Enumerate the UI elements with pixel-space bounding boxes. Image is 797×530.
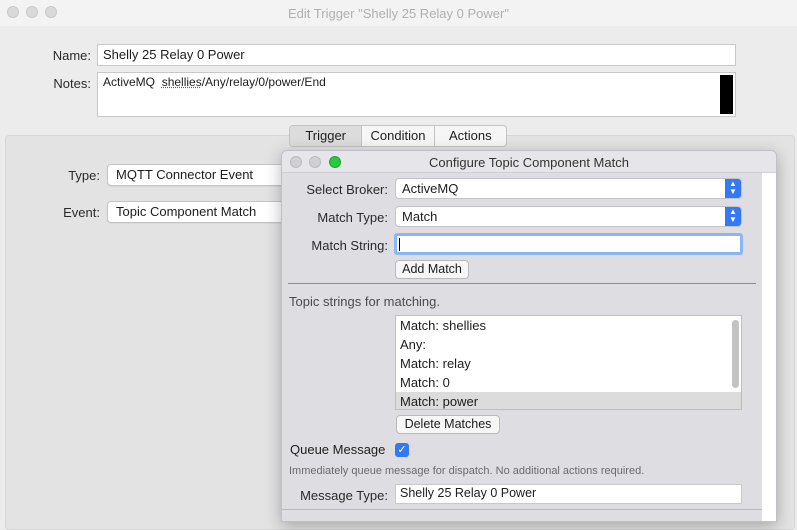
notes-text-prefix: ActiveMQ (103, 75, 162, 89)
broker-label: Select Broker: (306, 182, 388, 197)
broker-value: ActiveMQ (402, 181, 459, 196)
bottom-divider (282, 509, 762, 510)
tab-segmented-control: Trigger Condition Actions (289, 125, 507, 147)
event-popup[interactable]: Topic Component Match (107, 201, 307, 223)
delete-matches-button[interactable]: Delete Matches (396, 415, 500, 434)
match-type-value: Match (402, 209, 438, 224)
sheet-title: Configure Topic Component Match (429, 155, 629, 170)
list-item[interactable]: Match: shellies (396, 316, 741, 335)
section-divider (288, 283, 756, 284)
list-scrollbar[interactable] (732, 320, 739, 388)
list-item[interactable]: Any: (396, 335, 741, 354)
queue-message-label: Queue Message (290, 442, 386, 457)
add-match-button[interactable]: Add Match (395, 260, 469, 279)
message-type-field[interactable]: Shelly 25 Relay 0 Power (395, 484, 742, 504)
window-title: Edit Trigger "Shelly 25 Relay 0 Power" (288, 6, 509, 21)
event-value: Topic Component Match (116, 204, 257, 219)
checkmark-icon: ✓ (397, 444, 407, 456)
name-label: Name: (52, 48, 91, 63)
type-value: MQTT Connector Event (116, 167, 254, 182)
queue-hint: Immediately queue message for dispatch. … (289, 465, 645, 477)
broker-stepper-icon: ▲ ▼ (725, 179, 741, 198)
match-string-input[interactable] (394, 233, 743, 255)
topic-strings-label: Topic strings for matching. (289, 294, 441, 309)
name-field[interactable]: Shelly 25 Relay 0 Power (97, 44, 736, 66)
name-value: Shelly 25 Relay 0 Power (103, 47, 245, 62)
matches-list[interactable]: Match: shellies Any: Match: relay Match:… (395, 315, 742, 410)
notes-textarea[interactable]: ActiveMQ shellies/Any/relay/0/power/End (97, 72, 736, 117)
queue-message-checkbox[interactable]: ✓ (395, 443, 409, 457)
match-type-select[interactable]: Match ▲ ▼ (395, 206, 742, 227)
match-type-label: Match Type: (317, 210, 388, 225)
message-type-value: Shelly 25 Relay 0 Power (400, 486, 537, 500)
event-label: Event: (63, 205, 100, 220)
match-string-label: Match String: (311, 238, 388, 253)
list-item[interactable]: Match: 0 (396, 373, 741, 392)
tab-trigger[interactable]: Trigger (290, 126, 363, 146)
notes-text-rest: /Any/relay/0/power/End (201, 75, 326, 89)
list-item[interactable]: Match: relay (396, 354, 741, 373)
configure-topic-sheet: Configure Topic Component Match Select B… (281, 150, 777, 522)
tab-actions[interactable]: Actions (435, 126, 506, 146)
text-caret (399, 238, 400, 251)
type-popup[interactable]: MQTT Connector Event (107, 164, 307, 186)
notes-scrollbar[interactable] (720, 75, 733, 114)
match-type-stepper-icon: ▲ ▼ (725, 207, 741, 226)
list-item-selected[interactable]: Match: power (396, 392, 741, 409)
type-label: Type: (68, 168, 100, 183)
notes-label: Notes: (53, 76, 91, 91)
sheet-side-strip (762, 173, 776, 521)
tab-condition[interactable]: Condition (362, 126, 435, 146)
broker-select[interactable]: ActiveMQ ▲ ▼ (395, 178, 742, 199)
message-type-label: Message Type: (300, 488, 388, 503)
notes-text-misspelled: shellies (161, 75, 202, 89)
